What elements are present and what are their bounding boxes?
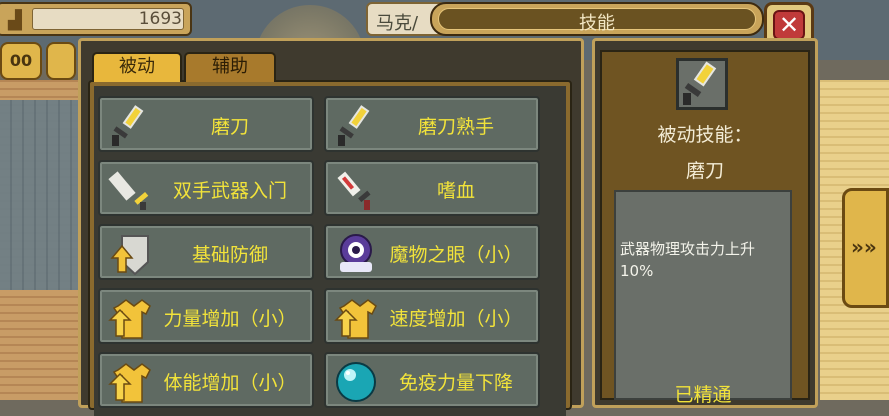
side-menu-button[interactable] [46,42,76,80]
sword-sharpen-icon [108,104,152,148]
character-name: 马克/ [376,13,419,34]
skill-status: 已精通 [674,384,732,406]
skill-button-label: 磨刀熟手 [417,116,494,138]
sword-sharpen-icon [334,104,378,148]
skill-button-label: 磨刀 [210,116,249,138]
panel-title-bar: 技能 [430,2,764,36]
skill-button-label: 双手武器入门 [172,180,287,202]
skill-button-label: 免疫力量下降 [398,372,513,394]
skill-button-label: 力量增加（小） [163,308,297,330]
gold-counter: ▟ 1693 [0,2,192,36]
blood-dagger-icon [334,168,378,212]
panel-title: 技能 [579,13,615,34]
skill-button-label: 基础防御 [191,244,268,266]
building-icon: ▟ [8,10,22,31]
greatsword-icon [108,168,152,212]
skill-name: 磨刀 [685,160,724,182]
skill-type-label: 被动技能： [657,124,753,146]
skill-button[interactable]: 磨刀 [98,96,314,152]
close-icon: ✕ [773,10,805,40]
shirt-up-icon [108,360,152,404]
skill-button[interactable]: 力量增加（小） [98,288,314,344]
shield-up-icon [108,232,152,276]
skill-button[interactable]: 魔物之眼（小） [324,224,540,280]
pause-button[interactable]: 00 [0,42,42,80]
skill-button[interactable]: 双手武器入门 [98,160,314,216]
gold-amount: 1693 [138,9,182,29]
skill-button-label: 魔物之眼（小） [389,244,523,266]
skill-button[interactable]: 速度增加（小） [324,288,540,344]
sword-sharpen-icon [676,58,728,110]
shirt-up-icon [334,296,378,340]
skill-description: 武器物理攻击力上升10% [620,240,756,280]
skill-button-label: 体能增加（小） [163,372,297,394]
tab-support[interactable]: 辅助 [184,52,276,82]
skill-button-label: 速度增加（小） [389,308,523,330]
orb-icon [334,360,378,404]
tab-passive[interactable]: 被动 [92,52,182,82]
skill-button-label: 嗜血 [436,180,475,202]
next-page-button[interactable]: »» [842,188,889,308]
monster-eye-icon [334,232,378,276]
skill-description-box [614,190,792,400]
background-wall-left [0,80,80,400]
double-arrow-right-icon: »» [851,235,877,259]
skill-button[interactable]: 嗜血 [324,160,540,216]
shirt-up-icon [108,296,152,340]
skill-button[interactable]: 磨刀熟手 [324,96,540,152]
skill-button[interactable]: 基础防御 [98,224,314,280]
